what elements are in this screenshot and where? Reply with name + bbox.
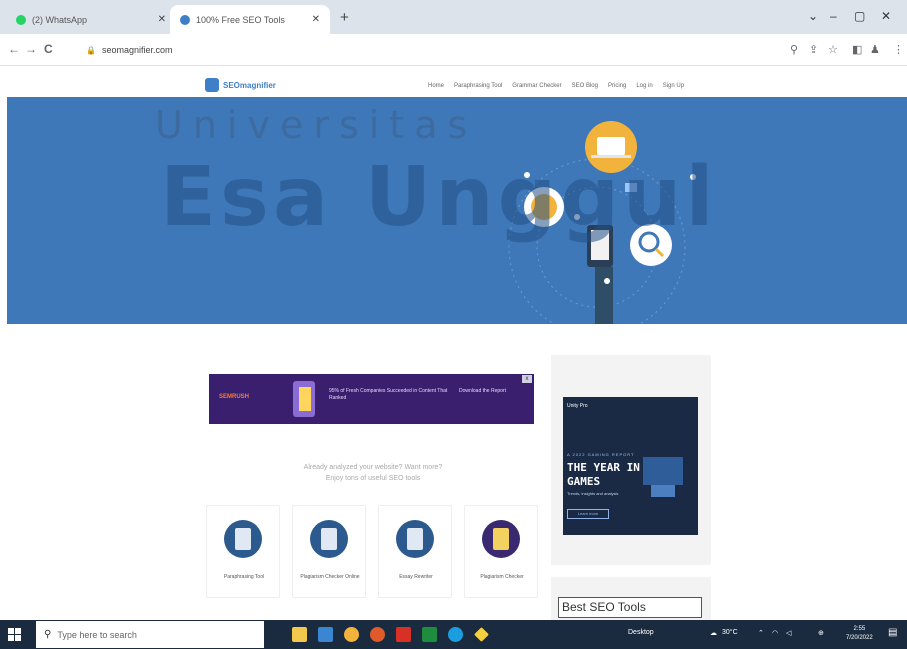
back-button[interactable]: ← [8, 42, 20, 56]
ad-artwork-icon [293, 381, 315, 417]
notifications-icon[interactable]: ▤ [888, 627, 897, 638]
logo-text: SEOmagnifier [223, 80, 276, 90]
whatsapp-icon [16, 14, 26, 25]
minimize-button[interactable]: – [830, 9, 837, 23]
ad-blurb: 95% of Fresh Companies Succeeded in Cont… [329, 388, 448, 401]
edge-icon[interactable] [448, 627, 463, 642]
sidebar-ad-head: Unity Pro [567, 403, 588, 409]
close-tab-icon[interactable]: ✕ [312, 14, 320, 25]
tagline: Already analyzed your website? Want more… [268, 462, 478, 484]
nav-link-paraphrasing[interactable]: Paraphrasing Tool [454, 83, 502, 89]
logo-mark-icon [205, 78, 219, 92]
site-header: SEOmagnifier Home Paraphrasing Tool Gram… [0, 67, 907, 97]
close-tab-icon[interactable]: ✕ [158, 14, 166, 25]
document-icon [235, 528, 251, 550]
game-art-icon [643, 457, 683, 497]
sidebar-ad[interactable]: Unity Pro A 2022 GAMING REPORT THE YEAR … [563, 397, 698, 535]
lock-icon: 🔒 [86, 45, 96, 55]
taskbar-clock[interactable]: 2:55 7/20/2022 [846, 625, 873, 643]
reload-button[interactable]: C [44, 42, 53, 56]
document-icon [321, 528, 337, 550]
star-icon[interactable]: ☆ [828, 43, 838, 56]
document-icon [493, 528, 509, 550]
forward-button[interactable]: → [25, 42, 37, 56]
nav-link-grammar[interactable]: Grammar Checker [512, 83, 561, 89]
tagline-line1: Already analyzed your website? Want more… [303, 464, 443, 471]
store-icon[interactable] [318, 627, 333, 642]
tab-title: (2) WhatsApp [32, 14, 88, 25]
excel-icon[interactable] [422, 627, 437, 642]
app-icon[interactable] [474, 627, 489, 642]
firefox-icon[interactable] [370, 627, 385, 642]
search-icon[interactable]: ⚲ [790, 43, 798, 56]
tab-search-icon[interactable]: ⌄ [808, 9, 818, 23]
tool-card-plagiarism-online[interactable]: Plagiarism Checker Online [292, 505, 366, 598]
windows-taskbar: ⚲ Type here to search Desktop ☁ 30°C ⌃ ◠… [0, 620, 907, 649]
taskbar-search-input[interactable]: ⚲ Type here to search [36, 621, 264, 648]
ad-brand: SEMRUSH [219, 394, 250, 400]
document-icon [407, 528, 423, 550]
site-logo[interactable]: SEOmagnifier [205, 78, 276, 92]
nav-link-blog[interactable]: SEO Blog [572, 83, 598, 89]
tool-card-plagiarism-checker[interactable]: Plagiarism Checker [464, 505, 538, 598]
nav-link-login[interactable]: Log in [636, 83, 652, 89]
search-placeholder: Type here to search [57, 629, 137, 640]
search-icon: ⚲ [44, 629, 52, 640]
nav-link-home[interactable]: Home [428, 83, 444, 89]
sidebar-ad-sub: Trends, insights and analysis [567, 491, 619, 496]
browser-tab-strip: (2) WhatsApp ✕ 100% Free SEO Tools ✕ + ⌄… [0, 0, 907, 34]
language-icon[interactable]: ⊕ [818, 629, 824, 637]
close-window-button[interactable]: ✕ [881, 9, 891, 23]
tool-label: Plagiarism Checker Online [300, 574, 360, 580]
clock-time: 2:55 [853, 626, 866, 632]
share-icon[interactable]: ⇪ [809, 43, 818, 56]
menu-icon[interactable]: ⋮ [893, 43, 904, 56]
restore-button[interactable]: ▢ [854, 9, 865, 23]
sidebar-ad-button[interactable]: Learn more [567, 509, 609, 519]
weather-icon[interactable]: ☁ [710, 629, 717, 637]
show-hidden-icons-icon[interactable]: ⌃ [758, 629, 764, 637]
tab-whatsapp[interactable]: (2) WhatsApp ✕ [6, 5, 176, 34]
network-icon[interactable]: ◠ [772, 629, 778, 637]
tagline-line2: Enjoy tons of useful SEO tools [325, 475, 421, 482]
tab-title: 100% Free SEO Tools [196, 14, 285, 25]
clock-date: 7/20/2022 [846, 635, 873, 641]
tool-card-paraphrasing[interactable]: Paraphrasing Tool [206, 505, 280, 598]
tab-seo-tools[interactable]: 100% Free SEO Tools ✕ [170, 5, 330, 34]
pdf-reader-icon[interactable] [396, 627, 411, 642]
tool-card-essay-rewriter[interactable]: Essay Rewriter [378, 505, 452, 598]
file-explorer-icon[interactable] [292, 627, 307, 642]
ad-banner[interactable]: SEMRUSH 95% of Fresh Companies Succeeded… [209, 374, 534, 424]
watermark-line2: Esa Unggul [160, 150, 718, 245]
volume-icon[interactable]: ◁ [786, 629, 791, 637]
nav-link-signup[interactable]: Sign Up [663, 83, 684, 89]
weather-temp[interactable]: 30°C [722, 629, 738, 636]
ad-close-button[interactable]: x [522, 375, 532, 383]
new-tab-button[interactable]: + [340, 9, 349, 26]
url-text: seomagnifier.com [101, 45, 173, 55]
profile-icon[interactable]: ♟ [870, 43, 880, 56]
tool-label: Paraphrasing Tool [223, 574, 265, 580]
seo-favicon-icon [180, 14, 190, 25]
desktop-toolbar-label[interactable]: Desktop [628, 629, 654, 636]
site-nav: Home Paraphrasing Tool Grammar Checker S… [428, 83, 684, 89]
ad-cta[interactable]: Download the Report [459, 388, 514, 395]
sidebar-ad-eyebrow: A 2022 GAMING REPORT [567, 452, 635, 457]
extensions-icon[interactable]: ◧ [852, 43, 862, 56]
url-input[interactable]: 🔒 seomagnifier.com [86, 40, 776, 60]
best-seo-tools-heading: Best SEO Tools [558, 597, 702, 618]
chrome-icon[interactable] [344, 627, 359, 642]
nav-link-pricing[interactable]: Pricing [608, 83, 626, 89]
tool-label: Plagiarism Checker [480, 574, 524, 580]
tool-label: Essay Rewriter [399, 574, 433, 580]
address-bar-row: ← → C 🔒 seomagnifier.com ⚲ ⇪ ☆ ◧ ♟ ⋮ [0, 34, 907, 66]
watermark-line1: Universitas [155, 103, 478, 147]
windows-start-icon[interactable] [8, 628, 21, 641]
